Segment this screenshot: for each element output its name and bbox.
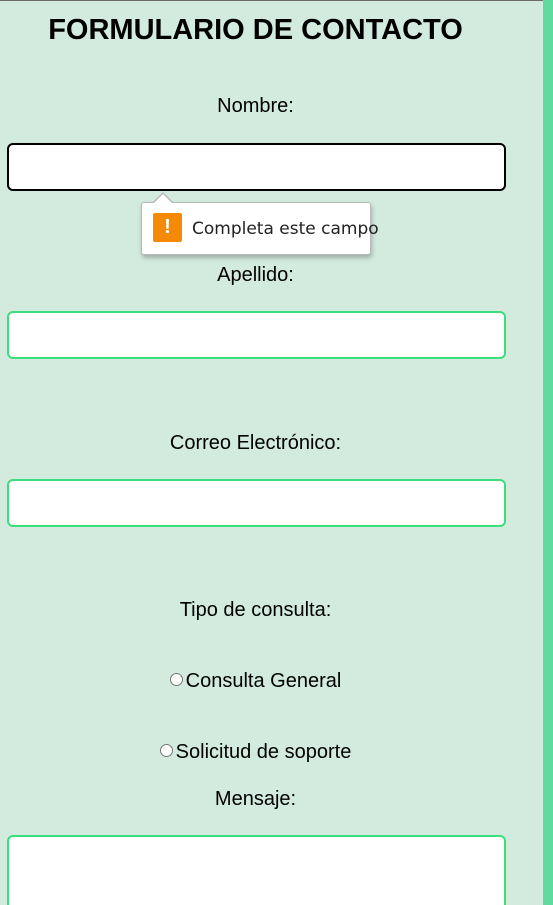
correo-input[interactable]: [7, 479, 506, 527]
tipo-consulta-label: Tipo de consulta:: [179, 599, 332, 621]
radio-button[interactable]: [169, 673, 183, 686]
mensaje-label: Mensaje:: [214, 788, 297, 810]
nombre-label: Nombre:: [217, 95, 294, 117]
radio-label: Consulta General: [185, 670, 342, 692]
tooltip-message: Completa este campo: [192, 219, 379, 239]
radio-option-solicitud-soporte[interactable]: Solicitud de soporte: [0, 740, 511, 764]
validation-tooltip: ! Completa este campo: [141, 202, 379, 255]
radio-option-consulta-general[interactable]: Consulta General: [0, 669, 511, 693]
top-divider: [0, 0, 553, 1]
correo-label: Correo Electrónico:: [169, 432, 342, 454]
radio-label: Solicitud de soporte: [175, 741, 352, 763]
page-title: FORMULARIO DE CONTACTO: [48, 14, 463, 46]
nombre-input[interactable]: [7, 143, 506, 191]
apellido-input[interactable]: [7, 311, 506, 359]
contact-form-page: FORMULARIO DE CONTACTO Nombre: ! Complet…: [0, 0, 553, 905]
apellido-label: Apellido:: [217, 264, 294, 286]
warning-icon: !: [153, 213, 182, 242]
mensaje-textarea[interactable]: [7, 835, 506, 905]
radio-button[interactable]: [159, 744, 173, 757]
tooltip-arrow-fill: [153, 194, 173, 204]
scrollbar-track[interactable]: [543, 0, 553, 905]
